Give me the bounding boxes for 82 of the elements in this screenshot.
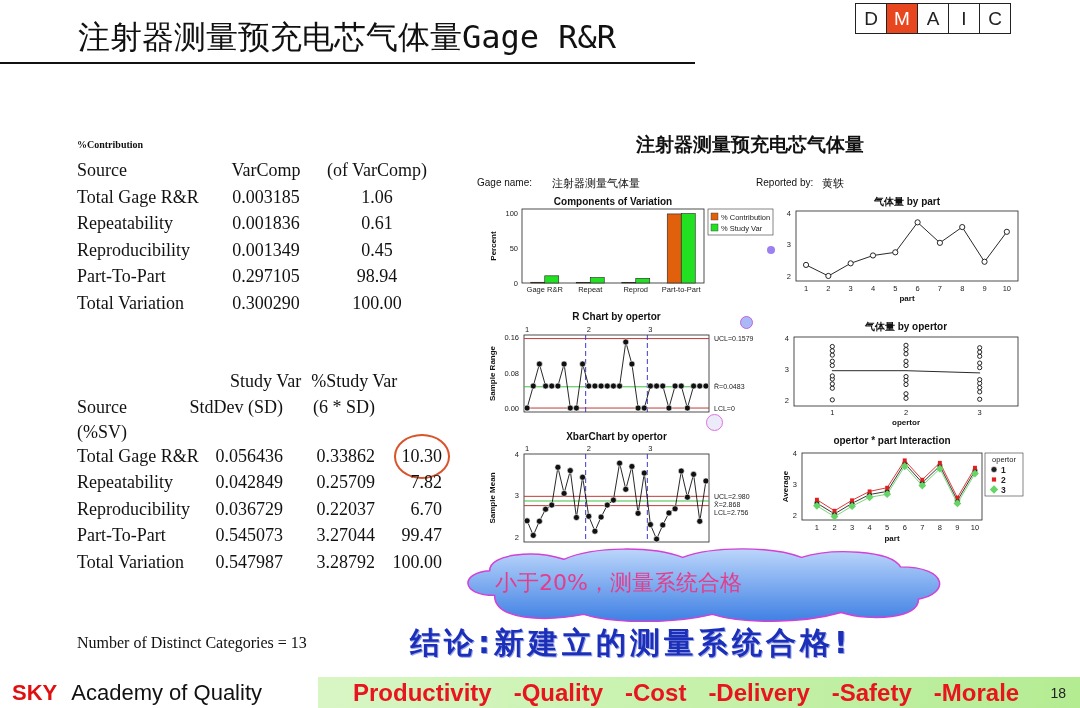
row-header: Repeatability bbox=[77, 472, 173, 494]
value-word: -Quality bbox=[513, 678, 604, 707]
table-cell: 0.001349 bbox=[232, 239, 300, 261]
table-title: %Contribution bbox=[77, 137, 144, 152]
table-cell: 99.47 bbox=[401, 525, 442, 547]
dmaic-step: C bbox=[979, 4, 1010, 33]
legend-label: 1 bbox=[1001, 464, 1006, 475]
table-cell: 98.94 bbox=[356, 266, 398, 288]
table-cell: 0.547987 bbox=[215, 551, 283, 573]
table-cell: 1.06 bbox=[361, 186, 393, 208]
table-cell: 0.300290 bbox=[232, 292, 300, 314]
chart-title: XbarChart by opertor bbox=[566, 431, 667, 442]
table-cell: 0.042849 bbox=[215, 472, 283, 494]
brand-name: SKY bbox=[12, 679, 58, 706]
field-value: 注射器测量气体量 bbox=[552, 177, 641, 189]
table-cell: 0.003185 bbox=[232, 186, 300, 208]
table-cell: 0.25709 bbox=[316, 472, 375, 494]
value-word: -Morale bbox=[933, 678, 1020, 707]
axis-title: Sample Mean bbox=[488, 472, 497, 524]
chart-title: 气体量 by part bbox=[873, 196, 941, 207]
value-word: Productivity bbox=[353, 678, 492, 707]
table-cell: 100.00 bbox=[352, 292, 402, 314]
table-cell: 0.45 bbox=[361, 239, 393, 261]
table-cell: 0.036729 bbox=[215, 498, 283, 520]
field-value: 黄轶 bbox=[822, 177, 845, 189]
table-cell: 0.545073 bbox=[215, 525, 283, 547]
report-title: 注射器测量预充电芯气体量 bbox=[636, 135, 864, 155]
dmaic-step: I bbox=[948, 4, 979, 33]
row-header: Total Variation bbox=[77, 292, 184, 314]
row-header: Repeatability bbox=[77, 213, 173, 235]
axis-title: Sample Range bbox=[488, 345, 497, 402]
dmaic-step: D bbox=[856, 4, 886, 33]
row-header: Reproducibility bbox=[77, 498, 190, 520]
table-cell: 3.28792 bbox=[316, 551, 375, 573]
chart-title: R Chart by opertor bbox=[572, 311, 661, 322]
table-cell: 0.056436 bbox=[215, 445, 283, 467]
summary-text: Number of Distinct Categories = 13 bbox=[77, 633, 307, 652]
table-cell: 3.27044 bbox=[316, 525, 375, 547]
axis-title: Percent bbox=[489, 231, 498, 261]
row-header: Reproducibility bbox=[77, 239, 190, 261]
dmaic-step: A bbox=[917, 4, 948, 33]
column-header: (of VarComp) bbox=[326, 160, 428, 182]
column-header: Source bbox=[77, 160, 127, 182]
legend-label: 3 bbox=[1001, 484, 1006, 495]
table-cell: 0.61 bbox=[361, 213, 393, 235]
field-label: Reported by: bbox=[756, 177, 814, 189]
column-header: VarComp bbox=[231, 160, 301, 182]
page-number: 18 bbox=[1050, 684, 1066, 701]
conclusion-text: 结论:新建立的测量系统合格! bbox=[410, 625, 852, 660]
chart-title: opertor * part Interaction bbox=[833, 435, 951, 446]
value-word: -Delivery bbox=[708, 678, 810, 707]
column-header: Study Var bbox=[230, 370, 302, 392]
chart-title: 气体量 by opertor bbox=[864, 321, 948, 332]
axis-title: part bbox=[884, 534, 900, 543]
column-header: Source bbox=[77, 397, 127, 419]
column-header: %Study Var bbox=[311, 370, 398, 392]
table-cell: 0.22037 bbox=[316, 498, 375, 520]
row-header: Part-To-Part bbox=[77, 266, 166, 288]
slide-title: 注射器测量预充电芯气体量Gage R&R bbox=[78, 17, 617, 57]
column-header: (%SV) bbox=[77, 421, 127, 443]
row-header: Part-To-Part bbox=[77, 525, 166, 547]
organization-name: Academy of Quality bbox=[71, 679, 262, 706]
column-header: StdDev (SD) bbox=[189, 397, 283, 419]
chart-title: Components of Variation bbox=[553, 196, 673, 207]
field-label: Gage name: bbox=[477, 177, 533, 189]
table-cell: 100.00 bbox=[392, 551, 442, 573]
axis-title: Average bbox=[781, 470, 790, 503]
column-header: (6 * SD) bbox=[313, 397, 375, 419]
row-header: Total Gage R&R bbox=[77, 186, 199, 208]
dmaic-step: M bbox=[886, 4, 917, 33]
table-cell: 0.297105 bbox=[232, 266, 300, 288]
callout-text: 小于20%，测量系统合格 bbox=[495, 570, 742, 596]
table-cell: 0.001836 bbox=[232, 213, 300, 235]
row-header: Total Variation bbox=[77, 551, 184, 573]
axis-title: opertor bbox=[892, 418, 920, 427]
value-word: -Cost bbox=[625, 678, 687, 707]
axis-title: part bbox=[899, 294, 915, 303]
value-word: -Safety bbox=[831, 678, 912, 707]
table-cell: 0.33862 bbox=[316, 445, 375, 467]
table-cell: 6.70 bbox=[410, 498, 442, 520]
row-header: Total Gage R&R bbox=[77, 445, 199, 467]
legend-label: 2 bbox=[1001, 474, 1006, 485]
